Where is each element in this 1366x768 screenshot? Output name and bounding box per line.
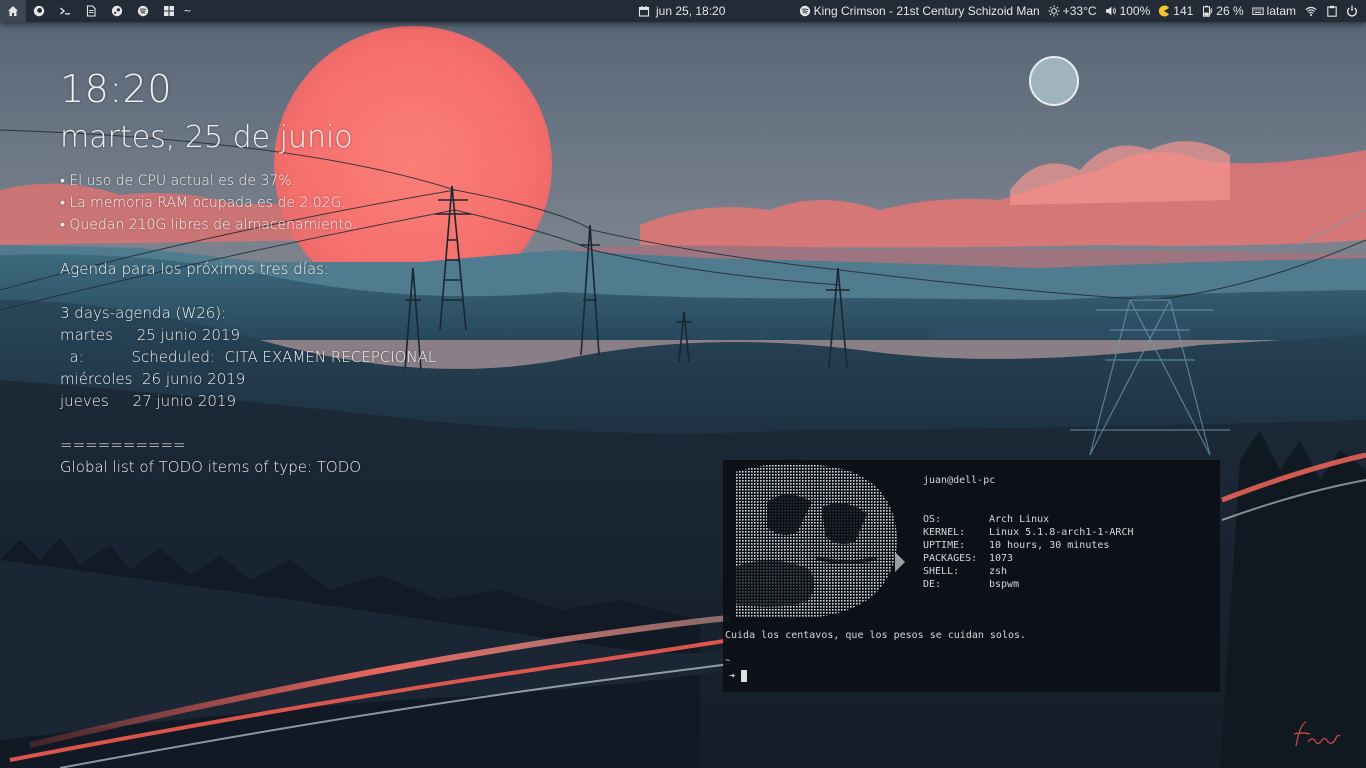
info-key-shell: SHELL: xyxy=(923,566,960,577)
desktop-clock: 18:20 xyxy=(60,67,173,111)
cpu-stat: • El uso de CPU actual es de 37%. xyxy=(60,173,297,189)
todo-header: Global list of TODO items of type: TODO xyxy=(60,458,362,476)
info-value-shell: zsh xyxy=(989,566,1008,577)
info-key-packages: PACKAGES: xyxy=(923,553,978,564)
keyboard-layout: latam xyxy=(1266,4,1296,18)
user-host: juan@dell-pc xyxy=(923,475,996,486)
updates-count: 141 xyxy=(1173,4,1194,18)
clipboard-icon xyxy=(1327,5,1337,17)
spotify-icon xyxy=(799,5,810,17)
terminal-window[interactable]: juan@dell-pc OS: Arch Linux KERNEL: Linux … xyxy=(723,460,1220,692)
battery-level: 26 % xyxy=(1216,4,1244,18)
agenda-day: miércoles 26 junio 2019 xyxy=(60,370,246,388)
updates-widget[interactable]: 141 xyxy=(1158,4,1193,18)
info-value-de: bspwm xyxy=(989,579,1020,590)
keyboard-widget[interactable]: latam xyxy=(1251,4,1296,18)
workspace-documents[interactable] xyxy=(78,0,104,22)
workspace-switcher: ~ xyxy=(0,0,191,22)
agenda-day: jueves 27 junio 2019 xyxy=(60,392,236,410)
power-widget[interactable] xyxy=(1346,5,1358,17)
now-playing: King Crimson - 21st Century Schizoid Man xyxy=(813,4,1040,18)
org-agenda: Agenda para los próximos tres días: 3 da… xyxy=(60,258,436,478)
artist-signature xyxy=(1293,721,1341,747)
temperature: +33°C xyxy=(1062,4,1097,18)
clipboard-widget[interactable] xyxy=(1326,5,1338,17)
battery-widget: 26 % xyxy=(1201,4,1244,18)
pacman-icon xyxy=(1159,5,1170,17)
prompt-directory: ~ xyxy=(725,656,731,666)
workspace-home[interactable] xyxy=(0,0,26,22)
home-icon xyxy=(8,6,18,16)
calendar-icon xyxy=(638,6,650,17)
workspace-grid[interactable] xyxy=(156,0,182,22)
disk-stat: • Quedan 210G libres de almacenamiento. xyxy=(60,217,357,233)
top-panel: ~ jun 25, 18:20 King Crimson - 21st Cent… xyxy=(0,0,1366,22)
agenda-header: Agenda para los próximos tres días: xyxy=(60,260,330,278)
agenda-entry: a: Scheduled: CITA EXAMEN RECEPCIONAL xyxy=(60,348,437,366)
music-widget[interactable]: King Crimson - 21st Century Schizoid Man xyxy=(799,4,1040,18)
info-value-os: Arch Linux xyxy=(989,514,1050,525)
system-stats: • El uso de CPU actual es de 37%. • La m… xyxy=(60,170,436,236)
spotify-icon xyxy=(137,5,149,17)
firefox-icon xyxy=(33,5,45,17)
clock-widget[interactable]: jun 25, 18:20 xyxy=(638,0,725,22)
info-key-uptime: UPTIME: xyxy=(923,540,966,551)
info-value-kernel: Linux 5.1.8-arch1-1-ARCH xyxy=(989,527,1134,538)
workspace-terminal[interactable] xyxy=(52,0,78,22)
weather-widget: +33°C xyxy=(1048,4,1097,18)
ascii-art-logo xyxy=(735,463,905,619)
system-info: juan@dell-pc OS: Arch Linux KERNEL: Linux … xyxy=(923,474,1134,591)
info-value-uptime: 10 hours, 30 minutes xyxy=(989,540,1110,551)
workspace-spotify[interactable] xyxy=(130,0,156,22)
terminal-icon xyxy=(60,7,70,15)
sun-icon xyxy=(1048,5,1060,17)
wifi-widget[interactable] xyxy=(1304,5,1318,17)
agenda-day: martes 25 junio 2019 xyxy=(60,326,241,344)
command-prompt[interactable]: ➜ xyxy=(729,670,748,682)
agenda-separator: ========== xyxy=(60,436,186,454)
keyboard-icon xyxy=(1251,7,1264,15)
workspace-steam[interactable] xyxy=(104,0,130,22)
info-key-os: OS: xyxy=(923,514,942,525)
prompt-arrow: ➜ xyxy=(729,670,736,682)
volume-level: 100% xyxy=(1119,4,1151,18)
ram-stat: • La memoria RAM ocupada es de 2.02G. xyxy=(60,195,346,211)
status-area: King Crimson - 21st Century Schizoid Man… xyxy=(795,0,1358,22)
desktop-conky-widget: 18:20 martes, 25 de junio • El uso de CP… xyxy=(60,66,436,478)
volume-icon xyxy=(1105,6,1116,16)
volume-widget[interactable]: 100% xyxy=(1105,4,1151,18)
power-icon xyxy=(1347,5,1357,17)
info-value-packages: 1073 xyxy=(989,553,1014,564)
agenda-title: 3 days-agenda (W26): xyxy=(60,304,227,322)
grid-icon xyxy=(164,6,174,16)
steam-icon xyxy=(111,5,123,17)
info-key-de: DE: xyxy=(923,579,942,590)
workspace-firefox[interactable] xyxy=(26,0,52,22)
battery-charging-icon xyxy=(1203,5,1213,17)
info-key-kernel: KERNEL: xyxy=(923,527,966,538)
text-cursor xyxy=(741,670,748,682)
document-icon xyxy=(86,5,96,17)
date-time: jun 25, 18:20 xyxy=(656,4,726,18)
current-directory: ~ xyxy=(184,4,192,18)
fortune-quote: Cuida los centavos, que los pesos se cui… xyxy=(725,630,1027,641)
wifi-icon xyxy=(1305,6,1317,16)
desktop-date: martes, 25 de junio xyxy=(60,120,353,155)
